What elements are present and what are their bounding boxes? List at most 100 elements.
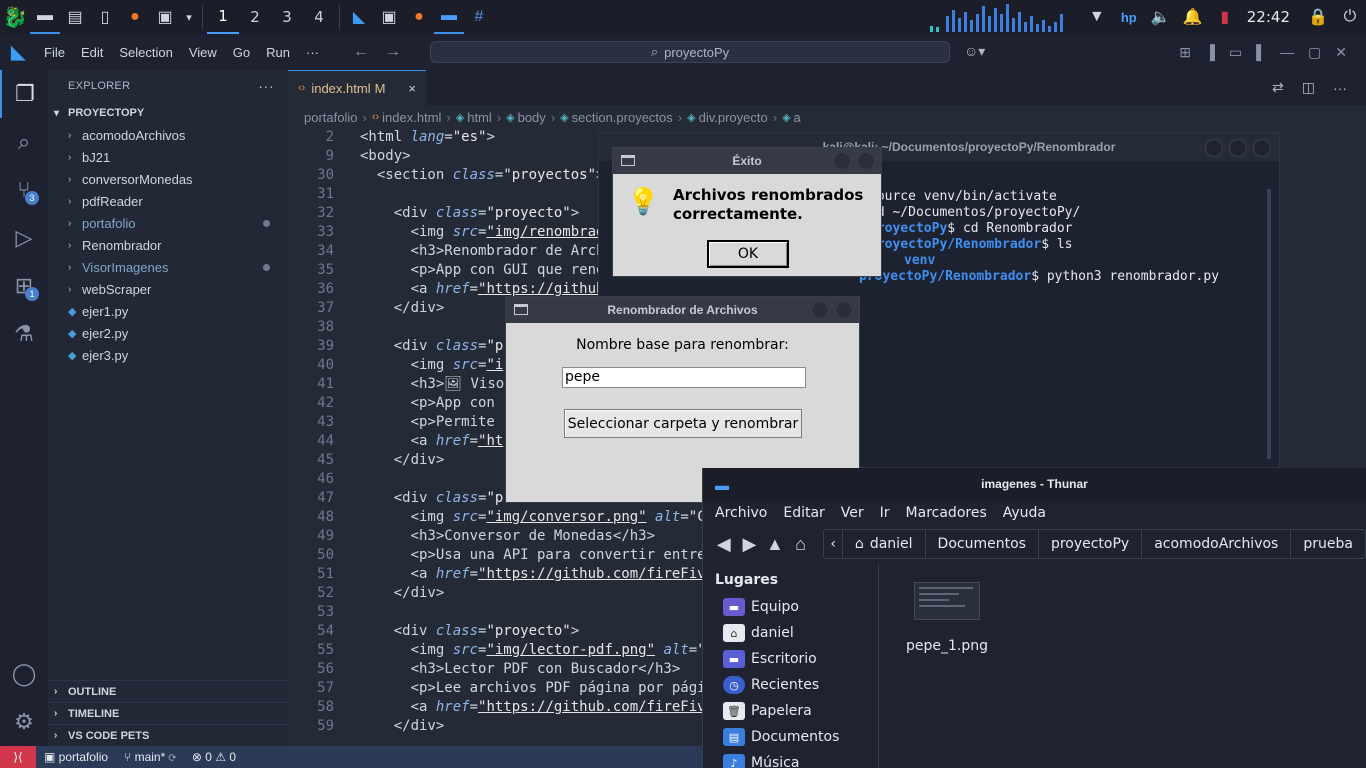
close-button[interactable] xyxy=(835,301,853,319)
volume-icon[interactable]: 🔈 xyxy=(1145,0,1177,34)
file-view[interactable]: pepe_1.png xyxy=(880,564,1366,768)
chevron-down-icon[interactable]: ▾ xyxy=(180,0,198,34)
menu-go[interactable]: Go xyxy=(225,45,258,60)
command-center-search[interactable]: ⌕ proyectoPy xyxy=(430,41,950,63)
menu-archivo[interactable]: Archivo xyxy=(707,505,775,521)
tree-item[interactable]: › webScraper xyxy=(48,278,288,300)
path-scroll-left-icon[interactable]: ‹ xyxy=(824,530,843,558)
vscode-pets-section[interactable]: › VS CODE PETS xyxy=(48,724,288,746)
minimize-button[interactable] xyxy=(1205,139,1223,157)
thunar-window[interactable]: ▬ imagenes - Thunar Archivo Editar Ver I… xyxy=(702,468,1366,768)
path-segment-acomodoarchivos[interactable]: acomodoArchivos xyxy=(1142,530,1292,558)
workspace-3[interactable]: 3 xyxy=(271,0,303,34)
status-folder[interactable]: ▣ portafolio xyxy=(36,750,116,764)
menu-file[interactable]: File xyxy=(36,45,73,60)
path-segment-prueba[interactable]: prueba xyxy=(1291,530,1365,558)
clock[interactable]: 22:42 xyxy=(1241,8,1302,26)
menu-ir[interactable]: Ir xyxy=(872,505,898,521)
customize-layout-icon[interactable]: ⊞ xyxy=(1172,44,1198,61)
up-arrow-icon[interactable]: ▲ xyxy=(762,534,788,555)
place-equipo[interactable]: ▬ Equipo xyxy=(703,594,878,620)
account-icon[interactable]: ◯ xyxy=(0,650,48,698)
close-button[interactable] xyxy=(857,152,875,170)
explorer-icon[interactable]: ❐ xyxy=(0,70,48,118)
path-segment-proyectopy[interactable]: proyectoPy xyxy=(1039,530,1143,558)
menu-marcadores[interactable]: Marcadores xyxy=(898,505,995,521)
dialog-titlebar[interactable]: Éxito xyxy=(613,148,881,174)
extensions-icon[interactable]: ⊞ 1 xyxy=(0,262,48,310)
firefox-icon[interactable]: ● xyxy=(120,0,150,34)
tree-item[interactable]: › portafolio xyxy=(48,212,288,234)
status-problems[interactable]: ⊗ 0 ⚠ 0 xyxy=(184,750,244,764)
breadcrumb-item[interactable]: div.proyecto xyxy=(699,110,768,125)
toggle-panel-icon[interactable]: ▭ xyxy=(1222,44,1249,61)
status-branch[interactable]: ⑂ main* ⟳ xyxy=(116,750,184,764)
copilot-icon[interactable]: ☺▾ xyxy=(964,43,985,60)
settings-gear-icon[interactable]: ⚙ xyxy=(0,698,48,746)
forward-arrow-icon[interactable]: ▶ xyxy=(737,534,763,555)
workspace-root[interactable]: ▾ PROYECTOPY xyxy=(48,102,288,124)
menu-edit[interactable]: Edit xyxy=(73,45,111,60)
tree-item[interactable]: › conversorMonedas xyxy=(48,168,288,190)
testing-icon[interactable]: ⚗ xyxy=(0,310,48,358)
place-papelera[interactable]: 🗑 Papelera xyxy=(703,698,878,724)
tree-item[interactable]: ◆ ejer3.py xyxy=(48,344,288,366)
tree-item[interactable]: ◆ ejer2.py xyxy=(48,322,288,344)
remote-indicator-icon[interactable]: ⟩⟨ xyxy=(0,746,36,768)
back-arrow-icon[interactable]: ← xyxy=(345,43,377,61)
more-actions-icon[interactable]: ··· xyxy=(1324,80,1356,96)
breadcrumb-item[interactable]: index.html xyxy=(382,110,441,125)
menu-ayuda[interactable]: Ayuda xyxy=(995,505,1054,521)
search-icon[interactable]: ⌕ xyxy=(0,118,48,166)
tree-item[interactable]: › VisorImagenes xyxy=(48,256,288,278)
breadcrumb-item[interactable]: section.proyectos xyxy=(572,110,673,125)
minimize-button[interactable] xyxy=(833,152,851,170)
battery-icon[interactable]: ▮ xyxy=(1209,0,1241,34)
terminal-icon[interactable]: ▣ xyxy=(374,0,404,34)
image-thumbnail[interactable] xyxy=(914,582,980,620)
wifi-icon[interactable]: ▼ xyxy=(1081,0,1113,34)
thunar-titlebar[interactable]: ▬ imagenes - Thunar xyxy=(703,468,1366,500)
breadcrumb-item[interactable]: body xyxy=(518,110,546,125)
tab-close-icon[interactable]: × xyxy=(408,81,416,96)
maximize-icon[interactable]: ▢ xyxy=(1301,44,1328,61)
explorer-more-button[interactable]: ··· xyxy=(258,78,274,95)
place-escritorio[interactable]: ▬ Escritorio xyxy=(703,646,878,672)
place-daniel[interactable]: ⌂ daniel xyxy=(703,620,878,646)
workspace-1[interactable]: 1 xyxy=(207,0,239,34)
select-folder-rename-button[interactable]: Seleccionar carpeta y renombrar xyxy=(564,409,802,438)
path-segment-daniel[interactable]: ⌂ daniel xyxy=(843,530,926,558)
vscode-icon[interactable]: ◣ xyxy=(344,0,374,34)
menu-selection[interactable]: Selection xyxy=(111,45,180,60)
split-editor-icon[interactable]: ◫ xyxy=(1293,79,1324,96)
window-titlebar[interactable]: Renombrador de Archivos xyxy=(506,297,859,323)
workspace-4[interactable]: 4 xyxy=(303,0,335,34)
hashtag-app-icon[interactable]: # xyxy=(464,0,494,34)
maximize-button[interactable] xyxy=(1229,139,1247,157)
workspace-2[interactable]: 2 xyxy=(239,0,271,34)
power-icon[interactable]: ⏻ xyxy=(1334,0,1366,34)
tree-item[interactable]: › pdfReader xyxy=(48,190,288,212)
kali-menu-icon[interactable]: 🐉 xyxy=(0,0,30,34)
place-recientes[interactable]: ◷ Recientes xyxy=(703,672,878,698)
minimize-icon[interactable]: — xyxy=(1273,44,1301,60)
place-musica[interactable]: ♪ Música xyxy=(703,750,878,768)
bell-icon[interactable]: 🔔 xyxy=(1177,0,1209,34)
ok-button[interactable]: OK xyxy=(707,240,789,268)
breadcrumb-item[interactable]: html xyxy=(467,110,492,125)
terminal-scrollbar[interactable] xyxy=(1267,189,1271,459)
menu-run[interactable]: Run xyxy=(258,45,298,60)
source-control-icon[interactable]: ⑂ 3 xyxy=(0,166,48,214)
terminal-icon[interactable]: ▣ xyxy=(150,0,180,34)
menu-view[interactable]: View xyxy=(181,45,225,60)
base-name-input[interactable]: pepe xyxy=(562,367,806,388)
place-documentos[interactable]: ▤ Documentos xyxy=(703,724,878,750)
file-name[interactable]: pepe_1.png xyxy=(896,638,998,654)
firefox-icon[interactable]: ● xyxy=(404,0,434,34)
path-segment-documentos[interactable]: Documentos xyxy=(926,530,1039,558)
lock-icon[interactable]: 🔒 xyxy=(1302,0,1334,34)
close-button[interactable] xyxy=(1253,139,1271,157)
breadcrumb-item[interactable]: portafolio xyxy=(304,110,357,125)
outline-section[interactable]: › OUTLINE xyxy=(48,680,288,702)
timeline-section[interactable]: › TIMELINE xyxy=(48,702,288,724)
